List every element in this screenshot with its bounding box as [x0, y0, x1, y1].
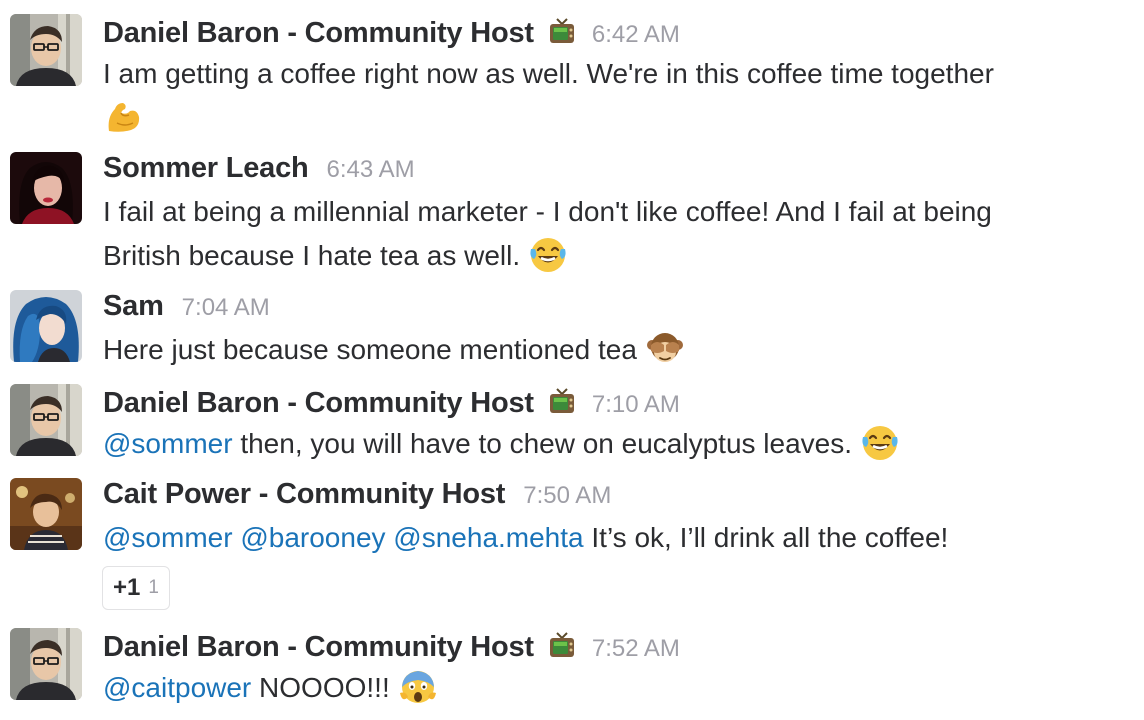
- avatar[interactable]: [10, 628, 82, 700]
- screaming-in-fear-icon[interactable]: [398, 667, 438, 707]
- message-line: I fail at being a millennial marketer - …: [103, 196, 992, 227]
- message-body: then, you will have to chew on eucalyptu…: [232, 428, 853, 459]
- message-header: Daniel Baron - Community Host 7:10 AM: [103, 384, 680, 424]
- timestamp[interactable]: 6:42 AM: [592, 21, 680, 49]
- timestamp[interactable]: 7:52 AM: [592, 635, 680, 663]
- message-header: Sommer Leach 6:43 AM: [103, 152, 415, 192]
- message-line: British because I hate tea as well.: [103, 240, 521, 271]
- sender-name[interactable]: Daniel Baron - Community Host: [103, 387, 534, 420]
- message-text: Here just because someone mentioned tea: [103, 328, 685, 372]
- message-text: I am getting a coffee right now as well.…: [103, 52, 994, 96]
- avatar[interactable]: [10, 290, 82, 362]
- message-header: Daniel Baron - Community Host 7:52 AM: [103, 628, 680, 668]
- sender-name[interactable]: Daniel Baron - Community Host: [103, 17, 534, 50]
- timestamp[interactable]: 7:10 AM: [592, 391, 680, 419]
- timestamp[interactable]: 6:43 AM: [327, 156, 415, 184]
- mention-link[interactable]: @caitpower: [103, 672, 251, 703]
- message-text: @sommer then, you will have to chew on e…: [103, 422, 900, 466]
- tv-icon[interactable]: [548, 387, 576, 415]
- mention-link[interactable]: @barooney: [240, 522, 385, 553]
- mention-link[interactable]: @sommer: [103, 428, 233, 459]
- reaction-button[interactable]: +1 1: [102, 566, 170, 610]
- message-text: @sommer @barooney @sneha.mehta It’s ok, …: [103, 516, 948, 560]
- tv-icon[interactable]: [548, 17, 576, 45]
- message-header: Cait Power - Community Host 7:50 AM: [103, 478, 611, 518]
- tears-of-joy-icon[interactable]: [860, 423, 900, 463]
- message-header: Sam 7:04 AM: [103, 290, 270, 330]
- sender-name[interactable]: Daniel Baron - Community Host: [103, 631, 534, 664]
- message-text: British because I hate tea as well.: [103, 234, 568, 278]
- timestamp[interactable]: 7:04 AM: [182, 294, 270, 322]
- message-body: NOOOO!!!: [251, 672, 390, 703]
- flexed-biceps-icon[interactable]: [103, 97, 143, 137]
- message-emoji-line: [103, 96, 143, 140]
- mention-link[interactable]: @sommer: [103, 522, 233, 553]
- timestamp[interactable]: 7:50 AM: [523, 482, 611, 510]
- avatar[interactable]: [10, 14, 82, 86]
- avatar[interactable]: [10, 478, 82, 550]
- message-text: I fail at being a millennial marketer - …: [103, 190, 992, 234]
- sender-name[interactable]: Sommer Leach: [103, 152, 309, 185]
- message-body: It’s ok, I’ll drink all the coffee!: [583, 522, 949, 553]
- message-line: Here just because someone mentioned tea: [103, 334, 637, 365]
- avatar[interactable]: [10, 384, 82, 456]
- tv-icon[interactable]: [548, 631, 576, 659]
- mention-link[interactable]: @sneha.mehta: [393, 522, 583, 553]
- sender-name[interactable]: Sam: [103, 290, 164, 323]
- tears-of-joy-icon[interactable]: [528, 235, 568, 275]
- message-header: Daniel Baron - Community Host 6:42 AM: [103, 14, 680, 54]
- reaction-count: 1: [148, 577, 159, 598]
- sender-name[interactable]: Cait Power - Community Host: [103, 478, 505, 511]
- message-text: @caitpower NOOOO!!!: [103, 666, 438, 710]
- reaction-label: +1: [113, 574, 141, 601]
- see-no-evil-monkey-icon[interactable]: [645, 329, 685, 369]
- message-line: I am getting a coffee right now as well.…: [103, 58, 994, 89]
- avatar[interactable]: [10, 152, 82, 224]
